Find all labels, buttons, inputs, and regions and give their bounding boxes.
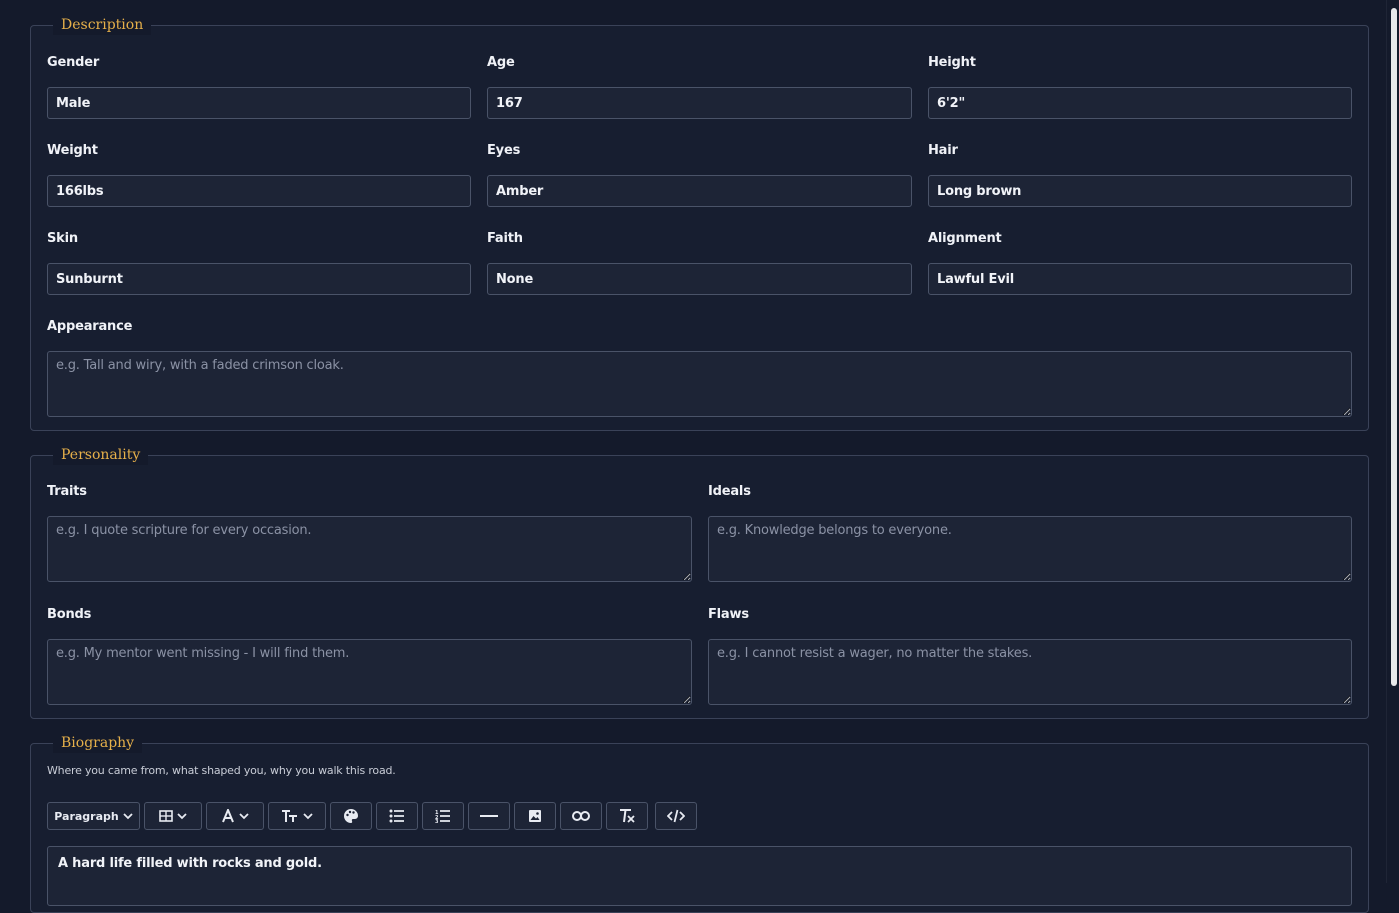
alignment-label: Alignment: [928, 231, 1002, 246]
page-scrollbar[interactable]: [1386, 0, 1399, 883]
skin-input[interactable]: [47, 263, 471, 295]
height-label: Height: [928, 55, 976, 70]
skin-label: Skin: [47, 231, 78, 246]
alignment-input[interactable]: [928, 263, 1352, 295]
height-input[interactable]: [928, 87, 1352, 119]
traits-textarea[interactable]: [47, 516, 692, 582]
weight-input[interactable]: [47, 175, 471, 207]
bullet-list-button[interactable]: [376, 802, 418, 830]
biography-section: Biography Where you came from, what shap…: [30, 733, 1369, 913]
character-sheet-page: Description Gender Age Height Weight Eye…: [0, 0, 1386, 913]
eyes-input[interactable]: [487, 175, 912, 207]
code-view-button[interactable]: [655, 802, 697, 830]
ideals-label: Ideals: [708, 484, 751, 499]
table-icon: [159, 810, 173, 822]
ideals-textarea[interactable]: [708, 516, 1352, 582]
hair-input[interactable]: [928, 175, 1352, 207]
eyes-label: Eyes: [487, 143, 521, 158]
code-view-icon: [667, 809, 685, 823]
clear-format-button[interactable]: [606, 802, 648, 830]
description-section-title: Description: [53, 15, 152, 35]
flaws-textarea[interactable]: [708, 639, 1352, 705]
image-icon: [529, 810, 541, 822]
font-color-button[interactable]: [206, 802, 264, 830]
traits-label: Traits: [47, 484, 87, 499]
biography-content: A hard life filled with rocks and gold.: [58, 856, 322, 871]
clear-format-icon: [620, 809, 635, 823]
personality-section-title: Personality: [53, 445, 149, 465]
age-input[interactable]: [487, 87, 912, 119]
horizontal-rule-icon: [480, 815, 498, 817]
chevron-down-icon: [303, 813, 313, 820]
biography-editor[interactable]: A hard life filled with rocks and gold.: [47, 846, 1352, 906]
image-button[interactable]: [514, 802, 556, 830]
chevron-down-icon: [177, 813, 187, 820]
svg-text:3: 3: [435, 819, 439, 823]
weight-label: Weight: [47, 143, 98, 158]
biography-section-title: Biography: [53, 733, 143, 753]
font-size-button[interactable]: [268, 802, 326, 830]
appearance-label: Appearance: [47, 319, 133, 334]
link-button[interactable]: [560, 802, 602, 830]
bullet-list-icon: [389, 809, 404, 823]
description-section: Description Gender Age Height Weight Eye…: [30, 15, 1369, 431]
hair-label: Hair: [928, 143, 958, 158]
flaws-label: Flaws: [708, 607, 749, 622]
link-icon: [572, 811, 590, 821]
palette-icon: [344, 809, 358, 823]
font-size-icon: [282, 810, 297, 822]
personality-section: Personality Traits Ideals Bonds Flaws: [30, 445, 1369, 719]
palette-button[interactable]: [330, 802, 372, 830]
faith-label: Faith: [487, 231, 523, 246]
bonds-textarea[interactable]: [47, 639, 692, 705]
gender-input[interactable]: [47, 87, 471, 119]
age-label: Age: [487, 55, 515, 70]
scrollbar-thumb[interactable]: [1391, 8, 1397, 686]
faith-input[interactable]: [487, 263, 912, 295]
horizontal-rule-button[interactable]: [468, 802, 510, 830]
table-button[interactable]: [144, 802, 202, 830]
appearance-textarea[interactable]: [47, 351, 1352, 417]
bonds-label: Bonds: [47, 607, 92, 622]
numbered-list-button[interactable]: 123: [422, 802, 464, 830]
font-color-icon: [222, 809, 234, 823]
paragraph-format-button[interactable]: Paragraph: [47, 802, 140, 830]
biography-hint: Where you came from, what shaped you, wh…: [47, 764, 396, 777]
paragraph-format-label: Paragraph: [54, 809, 119, 823]
gender-label: Gender: [47, 55, 100, 70]
chevron-down-icon: [239, 813, 249, 820]
chevron-down-icon: [123, 813, 133, 820]
numbered-list-icon: 123: [435, 810, 450, 823]
